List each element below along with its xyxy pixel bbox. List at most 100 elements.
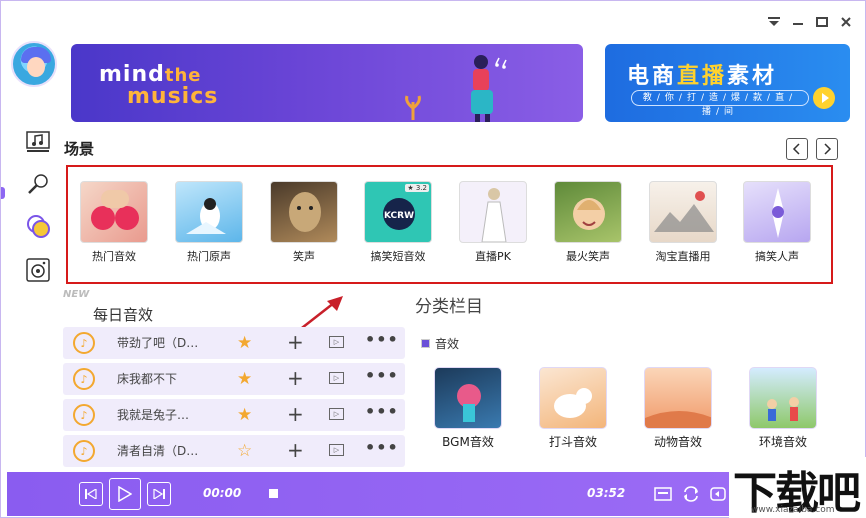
star-outline-icon[interactable]: ☆ (237, 441, 252, 461)
category-thumb (749, 367, 817, 429)
close-icon[interactable] (839, 15, 853, 29)
sound-effects-icon[interactable] (25, 213, 51, 239)
window-controls (767, 15, 853, 29)
screen-icon (654, 487, 672, 501)
scene-item-funny-voice[interactable]: 搞笑人声 (742, 181, 812, 264)
category-thumb (644, 367, 712, 429)
star-filled-icon[interactable]: ★ (237, 333, 252, 353)
side-title-accent: 直播 (677, 64, 728, 89)
next-track-button[interactable] (147, 482, 171, 506)
category-thumb (434, 367, 502, 429)
volume-button[interactable] (709, 484, 727, 504)
category-label: 动物音效 (653, 435, 702, 449)
new-tag: NEW (63, 289, 90, 300)
scene-label: 热门音效 (92, 250, 136, 263)
scene-item-hottest-laughs[interactable]: 最火笑声 (553, 181, 623, 264)
scene-item-hot-sfx[interactable]: 热门音效 (79, 181, 149, 264)
preview-icon[interactable]: ▷ (329, 336, 344, 348)
preview-icon[interactable]: ▷ (329, 444, 344, 456)
scene-item-taobao-live[interactable]: 淘宝直播用 (648, 181, 718, 264)
scene-item-hot-original[interactable]: 热门原声 (174, 181, 244, 264)
scene-label: 搞笑人声 (755, 250, 799, 263)
track-row[interactable]: ♪ 我就是兔子… ★ + ▷ ••• (63, 399, 405, 431)
skip-back-icon (85, 489, 97, 499)
chevron-right-icon (824, 143, 832, 155)
daily-title: 每日音效 (93, 306, 154, 324)
category-animal[interactable]: 动物音效 (643, 367, 713, 450)
music-note-icon[interactable]: ♪ (73, 332, 95, 354)
minimize-icon[interactable] (791, 15, 805, 29)
watermark: 下载吧 www.xiazaiba.com (729, 457, 866, 518)
skip-forward-icon (153, 489, 165, 499)
loop-button[interactable] (681, 484, 701, 504)
scene-thumb (175, 181, 243, 243)
track-row[interactable]: ♪ 带劲了吧（D… ★ + ▷ ••• (63, 327, 405, 359)
scenes-next-button[interactable] (816, 138, 838, 160)
app-window: mindthe musics 电商直播素材 教/你/打/造/爆/款/直/播/间 … (0, 0, 866, 518)
play-button[interactable] (109, 478, 141, 510)
avatar[interactable] (11, 41, 57, 87)
scene-label: 热门原声 (187, 250, 231, 263)
preview-icon[interactable]: ▷ (329, 408, 344, 420)
music-note-icon[interactable]: ♪ (73, 368, 95, 390)
scene-thumb (649, 181, 717, 243)
category-bgm[interactable]: BGM音效 (433, 367, 503, 450)
category-thumb (539, 367, 607, 429)
more-icon[interactable]: ••• (365, 438, 399, 457)
add-icon[interactable]: + (287, 330, 304, 354)
add-icon[interactable]: + (287, 366, 304, 390)
scene-thumb (743, 181, 811, 243)
track-name: 带劲了吧（D… (117, 336, 199, 350)
side-title-part1: 电商 (627, 64, 678, 89)
scene-label: 直播PK (475, 250, 511, 263)
star-filled-icon[interactable]: ★ (237, 369, 252, 389)
loop-icon (684, 486, 698, 502)
menu-icon[interactable] (767, 15, 781, 29)
scene-thumb (80, 181, 148, 243)
category-label: 环境音效 (758, 435, 807, 449)
banner-mind-the-musics[interactable]: mindthe musics (71, 44, 583, 122)
add-icon[interactable]: + (287, 402, 304, 426)
add-icon[interactable]: + (287, 438, 304, 462)
scene-label: 淘宝直播用 (655, 250, 711, 263)
category-fight[interactable]: 打斗音效 (538, 367, 608, 450)
music-library-icon[interactable] (25, 129, 51, 155)
scenes-prev-button[interactable] (786, 138, 808, 160)
scene-label: 笑声 (293, 250, 315, 263)
rail-active-indicator (1, 187, 5, 199)
music-note-icon[interactable]: ♪ (73, 440, 95, 462)
banner-ecommerce-live[interactable]: 电商直播素材 教/你/打/造/爆/款/直/播/间 (605, 44, 850, 122)
previous-track-button[interactable] (79, 482, 103, 506)
scene-thumb (459, 181, 527, 243)
speaker-icon[interactable] (25, 257, 51, 283)
category-label: BGM音效 (442, 435, 494, 449)
category-label: 打斗音效 (548, 435, 597, 449)
scene-item-live-pk[interactable]: 直播PK (458, 181, 528, 264)
more-icon[interactable]: ••• (365, 366, 399, 385)
star-filled-icon[interactable]: ★ (237, 405, 252, 425)
track-name: 我就是兔子… (117, 408, 190, 422)
scene-item-laughter[interactable]: 笑声 (269, 181, 339, 264)
banner-plant-illustration (405, 95, 421, 120)
playlist-button[interactable] (653, 484, 673, 504)
preview-icon[interactable]: ▷ (329, 372, 344, 384)
side-title-part2: 素材 (727, 64, 778, 89)
category-ambient[interactable]: 环境音效 (748, 367, 818, 450)
scene-item-funny-short-sfx[interactable]: KCRW ★ 3.2 搞笑短音效 (363, 181, 433, 264)
track-row[interactable]: ♪ 清者自清（D… ☆ + ▷ ••• (63, 435, 405, 467)
side-banner-title: 电商直播素材 (627, 58, 777, 90)
banner-title-line2: musics (127, 84, 219, 109)
track-name: 床我都不下 (117, 372, 178, 386)
stop-icon[interactable] (269, 489, 278, 498)
music-note-icon[interactable]: ♪ (73, 404, 95, 426)
categories-subtitle-text: 音效 (435, 337, 460, 351)
banner-word-the: the (164, 65, 202, 86)
scene-badge-value: 3.2 (415, 184, 427, 192)
maximize-icon[interactable] (815, 15, 829, 29)
track-row[interactable]: ♪ 床我都不下 ★ + ▷ ••• (63, 363, 405, 395)
side-banner-play-icon (813, 87, 835, 109)
side-banner-subtitle: 教/你/打/造/爆/款/直/播/间 (631, 90, 809, 117)
more-icon[interactable]: ••• (365, 402, 399, 421)
microphone-icon[interactable] (25, 171, 51, 197)
more-icon[interactable]: ••• (365, 330, 399, 349)
